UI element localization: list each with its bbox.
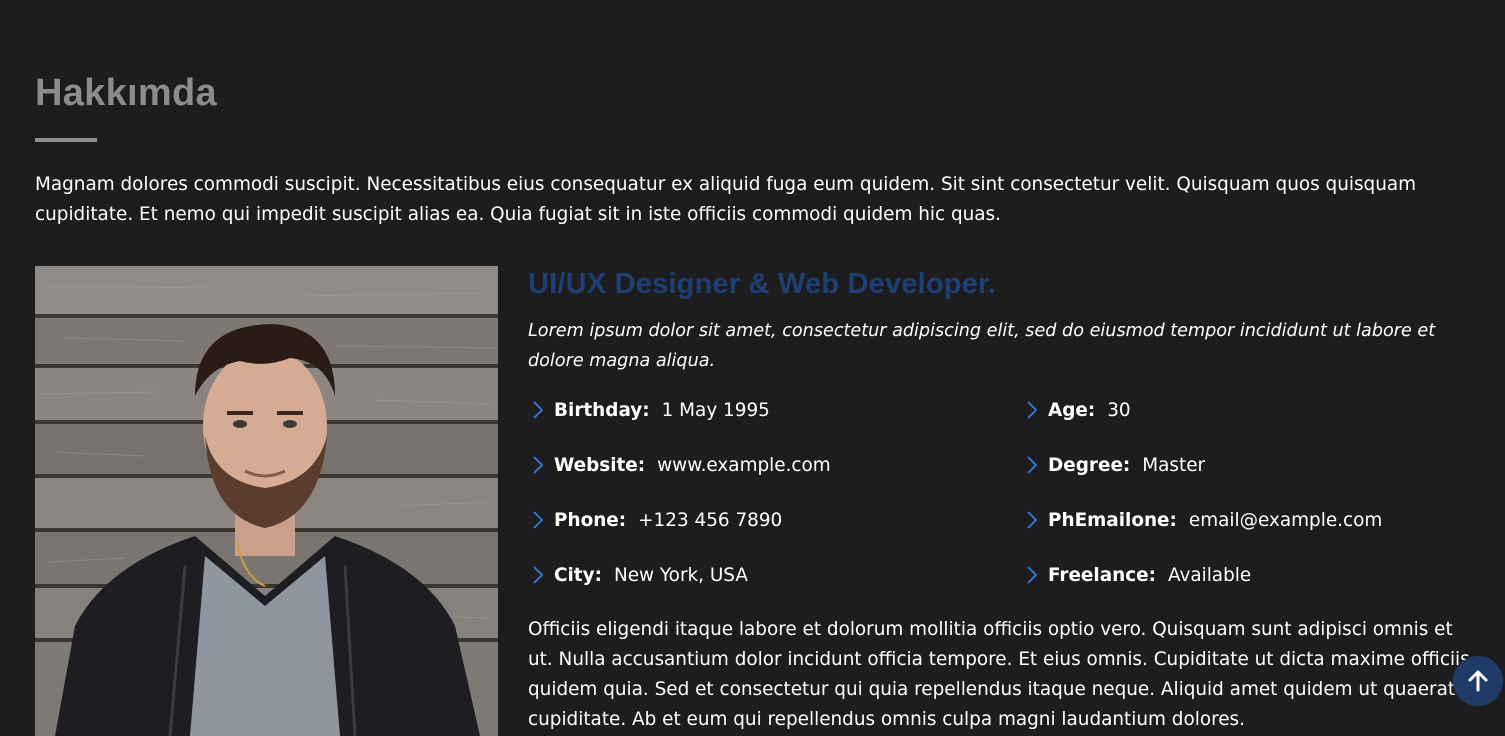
chevron-right-icon (1027, 456, 1038, 474)
detail-age: Age: 30 (1022, 395, 1131, 425)
profile-body-text: Officiis eligendi itaque labore et dolor… (528, 619, 1470, 730)
detail-value: email@example.com (1188, 509, 1383, 531)
chevron-right-icon (533, 456, 544, 474)
section-title: Hakkımda (35, 72, 217, 114)
detail-birthday: Birthday: 1 May 1995 (528, 395, 770, 425)
detail-value: Available (1167, 564, 1252, 586)
detail-label: Age: (1048, 399, 1096, 421)
detail-label: Freelance: (1048, 564, 1156, 586)
detail-value: +123 456 7890 (638, 509, 783, 531)
detail-label: Website: (554, 454, 646, 476)
profile-photo (35, 266, 498, 736)
detail-email: PhEmailone: email@example.com (1022, 505, 1382, 535)
detail-value: www.example.com (657, 454, 831, 476)
chevron-right-icon (533, 401, 544, 419)
detail-label: Degree: (1048, 454, 1131, 476)
detail-label: Birthday: (554, 399, 650, 421)
back-to-top-button[interactable] (1453, 656, 1503, 706)
detail-label: PhEmailone: (1048, 509, 1177, 531)
detail-freelance: Freelance: Available (1022, 560, 1251, 590)
detail-phone: Phone: +123 456 7890 (528, 505, 782, 535)
detail-value: Master (1142, 454, 1206, 476)
detail-value: 30 (1107, 399, 1131, 421)
chevron-right-icon (1027, 401, 1038, 419)
detail-value: New York, USA (613, 564, 748, 586)
chevron-right-icon (533, 566, 544, 584)
detail-value: 1 May 1995 (661, 399, 770, 421)
detail-website: Website: www.example.com (528, 450, 831, 480)
detail-city: City: New York, USA (528, 560, 748, 590)
title-underline (35, 138, 97, 142)
detail-label: Phone: (554, 509, 627, 531)
chevron-right-icon (533, 511, 544, 529)
chevron-right-icon (1027, 566, 1038, 584)
about-intro: Magnam dolores commodi suscipit. Necessi… (35, 174, 1417, 225)
detail-label: City: (554, 564, 602, 586)
chevron-right-icon (1027, 511, 1038, 529)
role-tagline: Lorem ipsum dolor sit amet, consectetur … (528, 321, 1436, 371)
detail-degree: Degree: Master (1022, 450, 1205, 480)
role-title: UI/UX Designer & Web Developer. (528, 268, 997, 300)
arrow-up-icon (1468, 670, 1488, 692)
